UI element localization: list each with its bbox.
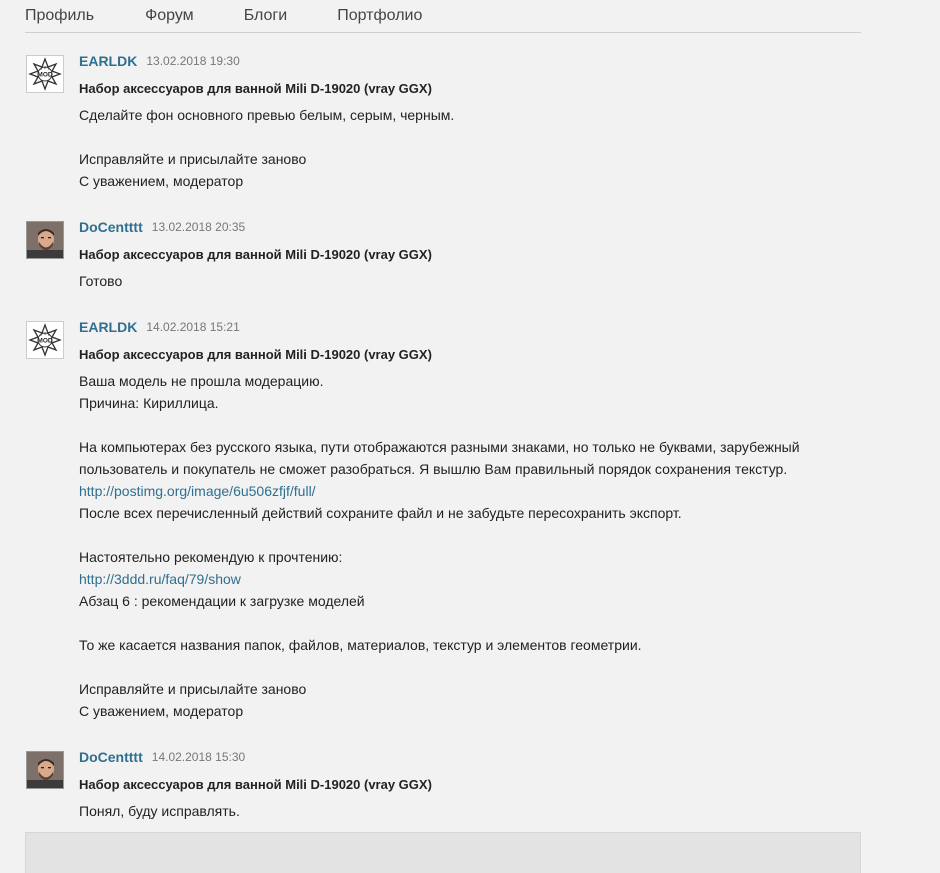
mod-badge-icon[interactable]: MOD bbox=[26, 55, 64, 93]
author-link[interactable]: EARLDK bbox=[79, 319, 137, 335]
message-list: MOD EARLDK 13.02.2018 19:30 Набор аксессуар… bbox=[25, 50, 861, 846]
message-line: Абзац 6 : рекомендации к загрузке моделе… bbox=[79, 593, 365, 609]
message-line bbox=[79, 126, 861, 148]
message-link[interactable]: http://3ddd.ru/faq/79/show bbox=[79, 568, 861, 590]
avatar[interactable] bbox=[26, 221, 64, 259]
message-item: DoCentttt 13.02.2018 20:35 Набор аксессуар… bbox=[25, 216, 861, 292]
message-date: 14.02.2018 15:30 bbox=[151, 750, 246, 764]
message-subject: Набор аксессуаров для ванной Mili D-1902… bbox=[79, 777, 432, 792]
message-body: Понял, буду исправлять. bbox=[79, 800, 861, 822]
author-link[interactable]: DoCentttt bbox=[79, 219, 143, 235]
message-line: С уважением, модератор bbox=[79, 173, 244, 189]
message-date: 13.02.2018 19:30 bbox=[146, 54, 240, 68]
message-body: Ваша модель не прошла модерацию. Причина:… bbox=[79, 370, 861, 722]
message-line bbox=[79, 524, 861, 546]
author-link[interactable]: DoCentttt bbox=[79, 749, 143, 765]
message-line bbox=[79, 414, 861, 436]
message-line: Исправляйте и присылайте заново bbox=[79, 681, 307, 697]
message-header: DoCentttt 14.02.2018 15:30 bbox=[79, 746, 861, 768]
reply-box[interactable] bbox=[25, 832, 861, 873]
nav-profile[interactable]: Профиль bbox=[25, 0, 94, 32]
message-subject: Набор аксессуаров для ванной Mili D-1902… bbox=[79, 247, 432, 262]
author-link[interactable]: EARLDK bbox=[79, 53, 137, 69]
top-nav: Профиль Форум Блоги Портфолио bbox=[25, 0, 861, 33]
message-line: Причина: Кириллица. bbox=[79, 395, 219, 411]
badge-text: MOD bbox=[37, 72, 52, 79]
message-line: После всех перечисленный действий сохран… bbox=[79, 505, 682, 521]
message-header: DoCentttt 13.02.2018 20:35 bbox=[79, 216, 861, 238]
message-line: пользователь и покупатель не сможет разо… bbox=[79, 461, 788, 477]
nav-portfolio[interactable]: Портфолио bbox=[337, 0, 422, 32]
message-line: Ваша модель не прошла модерацию. bbox=[79, 373, 324, 389]
message-body: Готово bbox=[79, 270, 861, 292]
message-line: Сделайте фон основного превью белым, сер… bbox=[79, 107, 455, 123]
message-line bbox=[79, 612, 861, 634]
message-line: С уважением, модератор bbox=[79, 703, 244, 719]
message-link[interactable]: http://postimg.org/image/6u506zfjf/full/ bbox=[79, 480, 861, 502]
message-header: EARLDK 13.02.2018 19:30 bbox=[79, 50, 861, 72]
message-subject: Набор аксессуаров для ванной Mili D-1902… bbox=[79, 347, 432, 362]
message-line: Исправляйте и присылайте заново bbox=[79, 151, 307, 167]
message-subject: Набор аксессуаров для ванной Mili D-1902… bbox=[79, 81, 432, 96]
message-line: Готово bbox=[79, 273, 123, 289]
message-header: EARLDK 14.02.2018 15:21 bbox=[79, 316, 861, 338]
message-line: На компьютерах без русского языка, пути … bbox=[79, 439, 800, 455]
message-line bbox=[79, 656, 861, 678]
message-date: 13.02.2018 20:35 bbox=[151, 220, 246, 234]
mod-badge-icon[interactable]: MOD bbox=[26, 321, 64, 359]
message-line: То же касается названия папок, файлов, м… bbox=[79, 637, 642, 653]
nav-forum[interactable]: Форум bbox=[145, 0, 194, 32]
badge-text: MOD bbox=[37, 338, 52, 345]
message-date: 14.02.2018 15:21 bbox=[146, 320, 240, 334]
message-item: MOD EARLDK 13.02.2018 19:30 Набор аксессуар… bbox=[25, 50, 861, 192]
message-item: DoCentttt 14.02.2018 15:30 Набор аксессуар… bbox=[25, 746, 861, 822]
message-line: Понял, буду исправлять. bbox=[79, 803, 240, 819]
avatar[interactable] bbox=[26, 751, 64, 789]
message-body: Сделайте фон основного превью белым, сер… bbox=[79, 104, 861, 192]
message-line: Настоятельно рекомендую к прочтению: bbox=[79, 549, 343, 565]
message-item: MOD EARLDK 14.02.2018 15:21 Набор аксессуар… bbox=[25, 316, 861, 722]
nav-blogs[interactable]: Блоги bbox=[244, 0, 288, 32]
